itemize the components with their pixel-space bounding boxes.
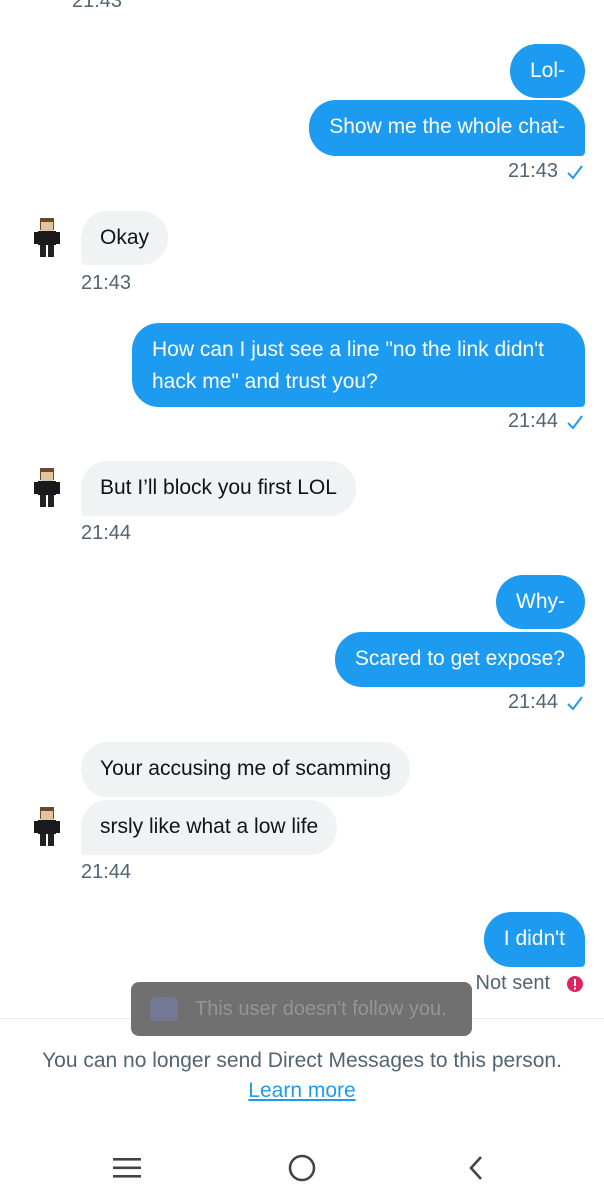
timestamp-text: 21:43 <box>507 160 558 182</box>
check-icon <box>567 164 583 180</box>
not-sent-text: Not sent <box>475 972 550 994</box>
notice-text: You can no longer send Direct Messages t… <box>42 1049 562 1072</box>
menu-icon <box>113 1158 141 1178</box>
check-icon <box>567 695 583 711</box>
message-bubble-outgoing[interactable]: Scared to get expose? <box>334 632 585 687</box>
home-circle-icon <box>288 1154 316 1182</box>
message-timestamp: 21:43 <box>508 160 584 183</box>
message-bubble-outgoing[interactable]: Show me the whole chat- <box>309 100 585 156</box>
message-bubble-outgoing[interactable]: I didn't <box>483 912 585 967</box>
timestamp: 21:43 <box>72 0 123 12</box>
message-timestamp: 21:44 <box>508 691 584 714</box>
message-timestamp: 21:44 <box>81 861 132 883</box>
toast-notification: This user doesn't follow you. <box>131 982 472 1036</box>
message-timestamp: 21:44 <box>508 410 584 433</box>
message-timestamp: 21:44 <box>81 522 132 544</box>
recent-apps-button[interactable] <box>97 1140 157 1196</box>
message-bubble-outgoing[interactable]: Why- <box>496 575 585 629</box>
back-chevron-icon <box>469 1156 482 1180</box>
learn-more-link[interactable]: Learn more <box>248 1079 355 1102</box>
home-button[interactable] <box>272 1140 332 1196</box>
timestamp-text: 21:44 <box>507 410 558 432</box>
check-icon <box>567 414 583 430</box>
message-status[interactable]: Not sent <box>476 972 584 995</box>
message-timestamp: 21:43 <box>81 272 132 294</box>
message-bubble-incoming[interactable]: Your accusing me of scamming <box>81 742 411 797</box>
avatar-icon[interactable] <box>32 216 62 258</box>
system-navigation-bar <box>0 1140 604 1196</box>
toast-text: This user doesn't follow you. <box>195 997 447 1020</box>
error-icon <box>567 975 583 992</box>
message-bubble-incoming[interactable]: Okay <box>81 211 169 265</box>
message-bubble-outgoing[interactable]: Lol- <box>509 44 585 98</box>
message-bubble-incoming[interactable]: srsly like what a low life <box>81 800 338 855</box>
message-bubble-incoming[interactable]: But I’ll block you first LOL <box>81 461 356 516</box>
dm-disabled-notice: You can no longer send Direct Messages t… <box>0 1046 604 1106</box>
app-icon <box>150 997 178 1021</box>
avatar-icon[interactable] <box>32 466 62 508</box>
avatar-icon[interactable] <box>32 805 62 847</box>
message-bubble-outgoing[interactable]: How can I just see a line "no the link d… <box>132 323 585 407</box>
timestamp-text: 21:44 <box>507 691 558 713</box>
back-button[interactable] <box>446 1140 506 1196</box>
